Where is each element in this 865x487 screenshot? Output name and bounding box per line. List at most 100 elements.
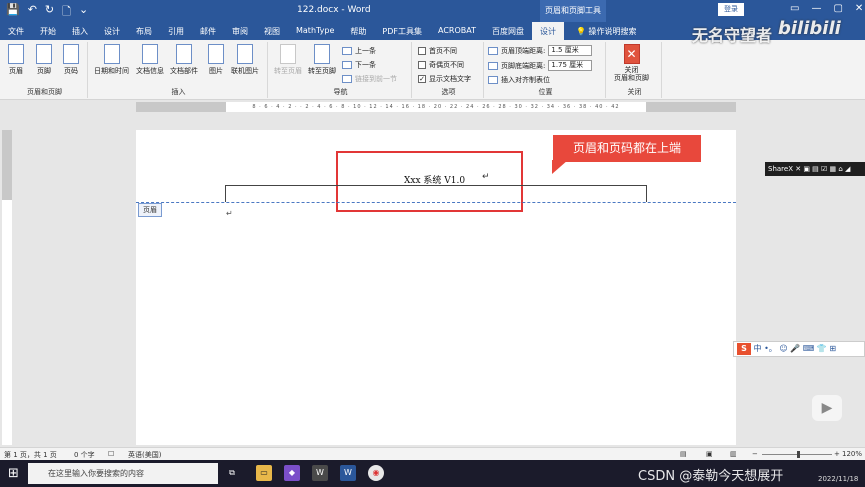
picture-button[interactable]: 图片 — [208, 44, 224, 76]
wps-icon[interactable]: W — [312, 465, 328, 481]
tab-9[interactable]: MathType — [288, 22, 342, 40]
context-tools-label: 页眉和页脚工具 — [540, 0, 606, 22]
tab-13[interactable]: 百度网盘 — [484, 22, 532, 40]
header-button[interactable]: 页眉 — [8, 44, 24, 76]
tab-0[interactable]: 文件 — [0, 22, 32, 40]
zoom-out-icon[interactable]: − — [752, 450, 758, 458]
footer-button[interactable]: 页脚 — [36, 44, 52, 76]
header-top-row: 页眉顶端距离: 1.5 厘米 — [488, 45, 593, 56]
language[interactable]: 英语(美国) — [128, 450, 161, 460]
status-bar: 第 1 页，共 1 页 0 个字 ☐ 英语(美国) ▤ ▣ ▥ − + 120% — [0, 447, 865, 460]
prev-label: 上一条 — [355, 47, 376, 55]
tab-2[interactable]: 插入 — [64, 22, 96, 40]
sharex-label: ShareX — [768, 165, 793, 173]
show-doc-text-checkbox[interactable]: ✓ 显示文档文字 — [418, 74, 471, 84]
print-layout-icon[interactable]: ▣ — [706, 450, 713, 458]
header-top-spinner[interactable]: 1.5 厘米 — [548, 45, 593, 56]
page-number-icon — [63, 44, 79, 64]
login-button[interactable]: 登录 — [718, 3, 744, 16]
file-explorer-icon[interactable]: ▭ — [256, 465, 272, 481]
doc-parts-button[interactable]: 文档部件 — [170, 44, 198, 76]
taskbar-search[interactable]: 在这里输入你要搜索的内容 — [28, 463, 218, 484]
header-boundary-line — [136, 202, 736, 203]
calendar-icon — [103, 44, 120, 64]
zoom-level[interactable]: 120% — [842, 450, 862, 458]
maximize-icon[interactable]: ▢ — [833, 3, 842, 14]
date-time-button[interactable]: 日期和时间 — [94, 44, 129, 76]
title-bar: 💾 ↶ ↻ 🗋 ⌄ 122.docx - Word 页眉和页脚工具 登录 ▭ —… — [0, 0, 865, 22]
tab-1[interactable]: 开始 — [32, 22, 64, 40]
tab-10[interactable]: 帮助 — [342, 22, 374, 40]
goto-footer-label: 转至页脚 — [308, 67, 336, 75]
online-picture-button[interactable]: 联机图片 — [231, 44, 259, 76]
header-border — [225, 185, 647, 202]
horizontal-ruler[interactable]: 8 · 6 · 4 · 2 · · 2 · 4 · 6 · 8 · 10 · 1… — [136, 102, 736, 112]
vruler-margin — [2, 130, 12, 200]
tab-5[interactable]: 引用 — [160, 22, 192, 40]
tab-14[interactable]: 设计 — [531, 22, 564, 40]
next-button[interactable]: 下一条 — [342, 60, 376, 70]
tab-4[interactable]: 布局 — [128, 22, 160, 40]
link-prev-label: 链接到前一节 — [355, 75, 397, 83]
customize-icon[interactable]: ⌄ — [79, 3, 88, 22]
chrome-icon[interactable]: ◉ — [368, 465, 384, 481]
group-close: ✕ 关闭 页眉和页脚 关闭 — [608, 42, 662, 98]
zoom-thumb[interactable] — [797, 451, 800, 458]
close-icon[interactable]: ✕ — [855, 3, 863, 14]
goto-header-button[interactable]: 转至页眉 — [274, 44, 302, 76]
word-icon[interactable]: W — [340, 465, 356, 481]
close-header-footer-button[interactable]: ✕ 关闭 页眉和页脚 — [614, 44, 649, 82]
web-layout-icon[interactable]: ▥ — [730, 450, 737, 458]
picture-label: 图片 — [209, 67, 223, 75]
tab-3[interactable]: 设计 — [96, 22, 128, 40]
tell-me-search[interactable]: 💡 操作说明搜索 — [564, 22, 637, 40]
proofing-icon[interactable]: ☐ — [108, 450, 114, 458]
header-top-icon — [488, 46, 498, 55]
focus-mode-icon[interactable]: ▤ — [680, 450, 687, 458]
vertical-ruler[interactable] — [2, 130, 12, 445]
goto-footer-icon — [314, 44, 330, 64]
ribbon: 页眉 页脚 页码 页眉和页脚 日期和时间 文档信息 文档部件 图片 联机图片 插… — [0, 18, 865, 100]
word-count[interactable]: 0 个字 — [74, 450, 95, 460]
tab-7[interactable]: 审阅 — [224, 22, 256, 40]
goto-footer-button[interactable]: 转至页脚 — [308, 44, 336, 76]
footer-bottom-spinner[interactable]: 1.75 厘米 — [548, 60, 593, 71]
footer-bottom-label: 页脚底端距离: — [501, 61, 546, 70]
group-label: 页眉和页脚 — [27, 88, 62, 96]
diff-odd-even-checkbox[interactable]: 奇偶页不同 — [418, 60, 464, 70]
close-header-footer-label: 关闭 页眉和页脚 — [614, 66, 649, 82]
tab-11[interactable]: PDF工具集 — [374, 22, 430, 40]
ruler-area: 8 · 6 · 4 · 2 · · 2 · 4 · 6 · 8 · 10 · 1… — [0, 100, 865, 114]
visual-studio-icon[interactable]: ◆ — [284, 465, 300, 481]
undo-icon[interactable]: ↶ — [28, 3, 37, 22]
zoom-in-icon[interactable]: + — [834, 450, 840, 458]
redo-icon[interactable]: ↻ — [45, 3, 54, 22]
doc-parts-icon — [176, 44, 192, 64]
link-prev-button[interactable]: 链接到前一节 — [342, 74, 397, 84]
group-navigation: 转至页眉 转至页脚 上一条 下一条 链接到前一节 导航 — [270, 42, 412, 98]
save-icon[interactable]: 💾 — [6, 3, 20, 22]
paragraph-mark: ↵ — [226, 209, 233, 218]
text-cursor: ↵ — [482, 172, 490, 182]
doc-info-label: 文档信息 — [136, 67, 164, 75]
tab-8[interactable]: 视图 — [256, 22, 288, 40]
windows-start-icon[interactable]: ⊞ — [8, 466, 19, 481]
play-icon[interactable]: ▶ — [812, 395, 842, 421]
ribbon-display-icon[interactable]: ▭ — [790, 3, 799, 14]
tab-6[interactable]: 邮件 — [192, 22, 224, 40]
sharex-toolbar[interactable]: ShareX ✕ ▣ ▤ ☑ ▦ ⌂ ◢ — [765, 162, 865, 176]
prev-button[interactable]: 上一条 — [342, 46, 376, 56]
insert-align-tab-button[interactable]: 插入对齐制表位 — [488, 75, 550, 85]
document-page[interactable]: Xxx 系统 V1.0 ↵ 页眉 ↵ — [136, 130, 736, 445]
diff-first-checkbox[interactable]: 首页不同 — [418, 46, 457, 56]
task-view-icon[interactable]: ⧉ — [224, 465, 240, 481]
ime-toolbar[interactable]: S 中 •。 ☺ 🎤 ⌨ 👕 ⊞ — [733, 341, 865, 357]
tab-12[interactable]: ACROBAT — [430, 22, 484, 40]
taskbar-date[interactable]: 2022/11/18 — [818, 475, 858, 483]
print-preview-icon[interactable]: 🗋 — [62, 3, 71, 22]
online-picture-label: 联机图片 — [231, 67, 259, 75]
doc-info-button[interactable]: 文档信息 — [136, 44, 164, 76]
minimize-icon[interactable]: — — [811, 3, 821, 14]
page-count[interactable]: 第 1 页，共 1 页 — [4, 450, 57, 460]
page-number-button[interactable]: 页码 — [63, 44, 79, 76]
